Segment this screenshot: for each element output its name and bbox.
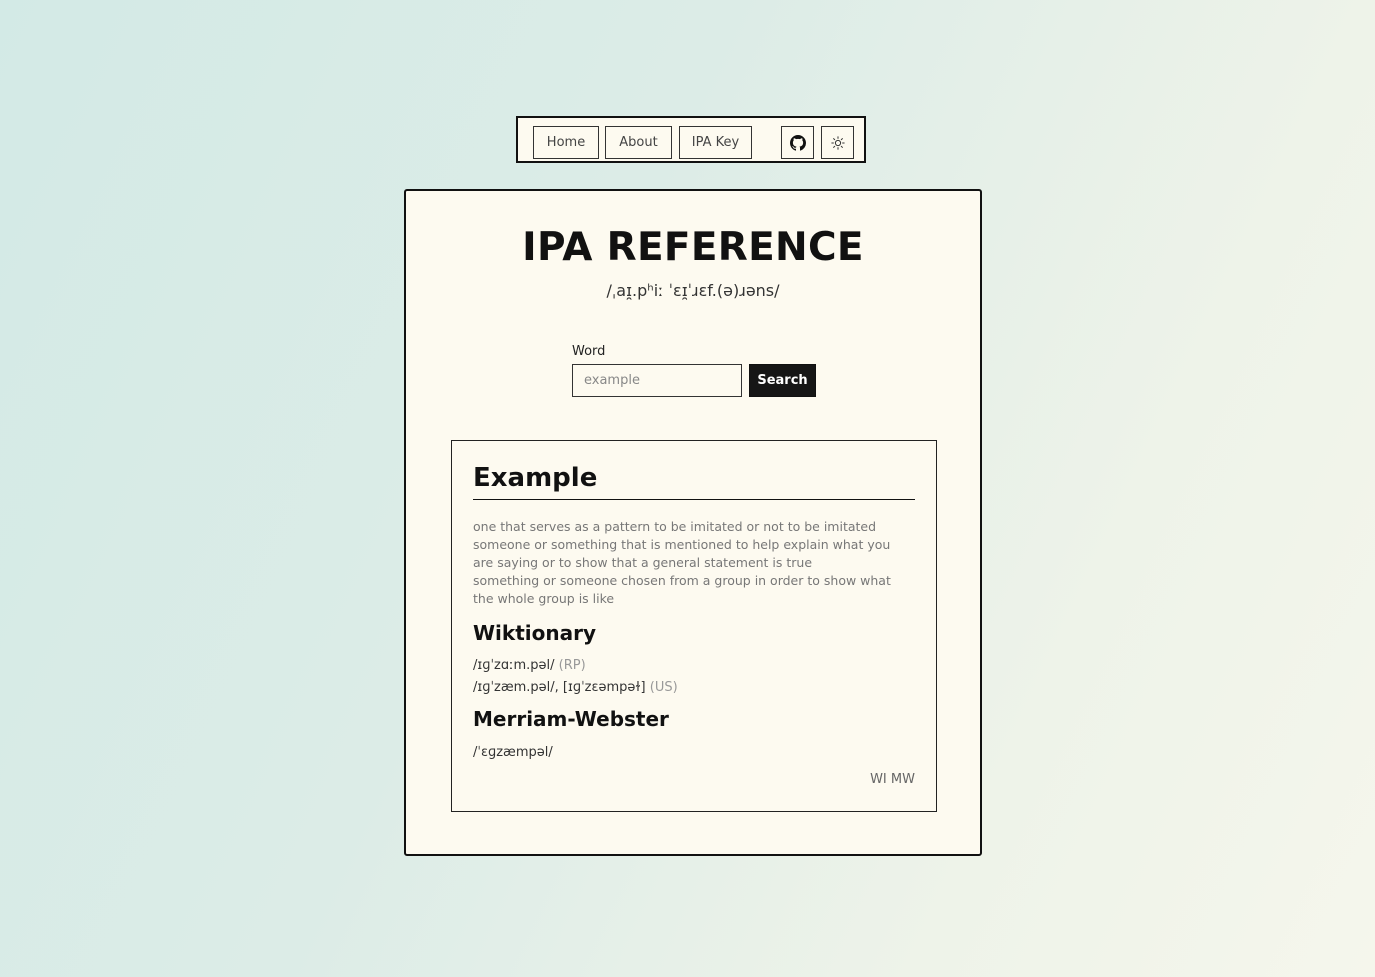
title-pronunciation: /ˌaɪ̯.pʰiː ˈɛɪ̯ˈɹɛf.(ə)ɹəns/ xyxy=(606,281,780,300)
source-links: WI MW xyxy=(870,772,915,787)
definition-item: something or someone chosen from a group… xyxy=(473,573,891,606)
wiktionary-pronunciation-rp: /ɪɡˈzɑːm.pəl/ (RP) xyxy=(473,658,586,673)
pronunciation-ipa: /ɪɡˈzæm.pəl/, [ɪɡˈzɛəmpəɫ] xyxy=(473,680,646,695)
nav-about-button[interactable]: About xyxy=(605,126,672,159)
wiktionary-pronunciation-us: /ɪɡˈzæm.pəl/, [ɪɡˈzɛəmpəɫ] (US) xyxy=(473,680,678,695)
definitions-list: one that serves as a pattern to be imita… xyxy=(473,518,913,608)
pronunciation-ipa: /ɪɡˈzɑːm.pəl/ xyxy=(473,658,555,673)
definition-item: one that serves as a pattern to be imita… xyxy=(473,519,877,534)
nav-home-button[interactable]: Home xyxy=(533,126,599,159)
source-link-mw[interactable]: MW xyxy=(891,772,915,787)
source-link-wi[interactable]: WI xyxy=(870,772,887,787)
pronunciation-region: (RP) xyxy=(558,658,586,673)
result-word: Example xyxy=(473,463,915,500)
word-label: Word xyxy=(572,344,606,359)
search-button[interactable]: Search xyxy=(749,364,816,397)
github-icon xyxy=(789,134,806,151)
top-nav: Home About IPA Key xyxy=(516,116,866,163)
github-button[interactable] xyxy=(781,126,814,159)
wiktionary-heading: Wiktionary xyxy=(473,621,597,645)
definition-item: someone or something that is mentioned t… xyxy=(473,537,891,570)
sun-icon xyxy=(830,135,845,150)
main-card: IPA REFERENCE /ˌaɪ̯.pʰiː ˈɛɪ̯ˈɹɛf.(ə)ɹən… xyxy=(404,189,982,856)
word-input[interactable] xyxy=(572,364,742,397)
merriam-webster-heading: Merriam-Webster xyxy=(473,707,669,731)
theme-toggle-button[interactable] xyxy=(821,126,854,159)
nav-ipa-key-button[interactable]: IPA Key xyxy=(679,126,752,159)
page-title: IPA REFERENCE xyxy=(522,225,864,270)
merriam-webster-pronunciation: /ˈɛɡzæmpəl/ xyxy=(473,745,553,760)
result-panel: Example one that serves as a pattern to … xyxy=(451,440,937,812)
pronunciation-region: (US) xyxy=(649,680,678,695)
